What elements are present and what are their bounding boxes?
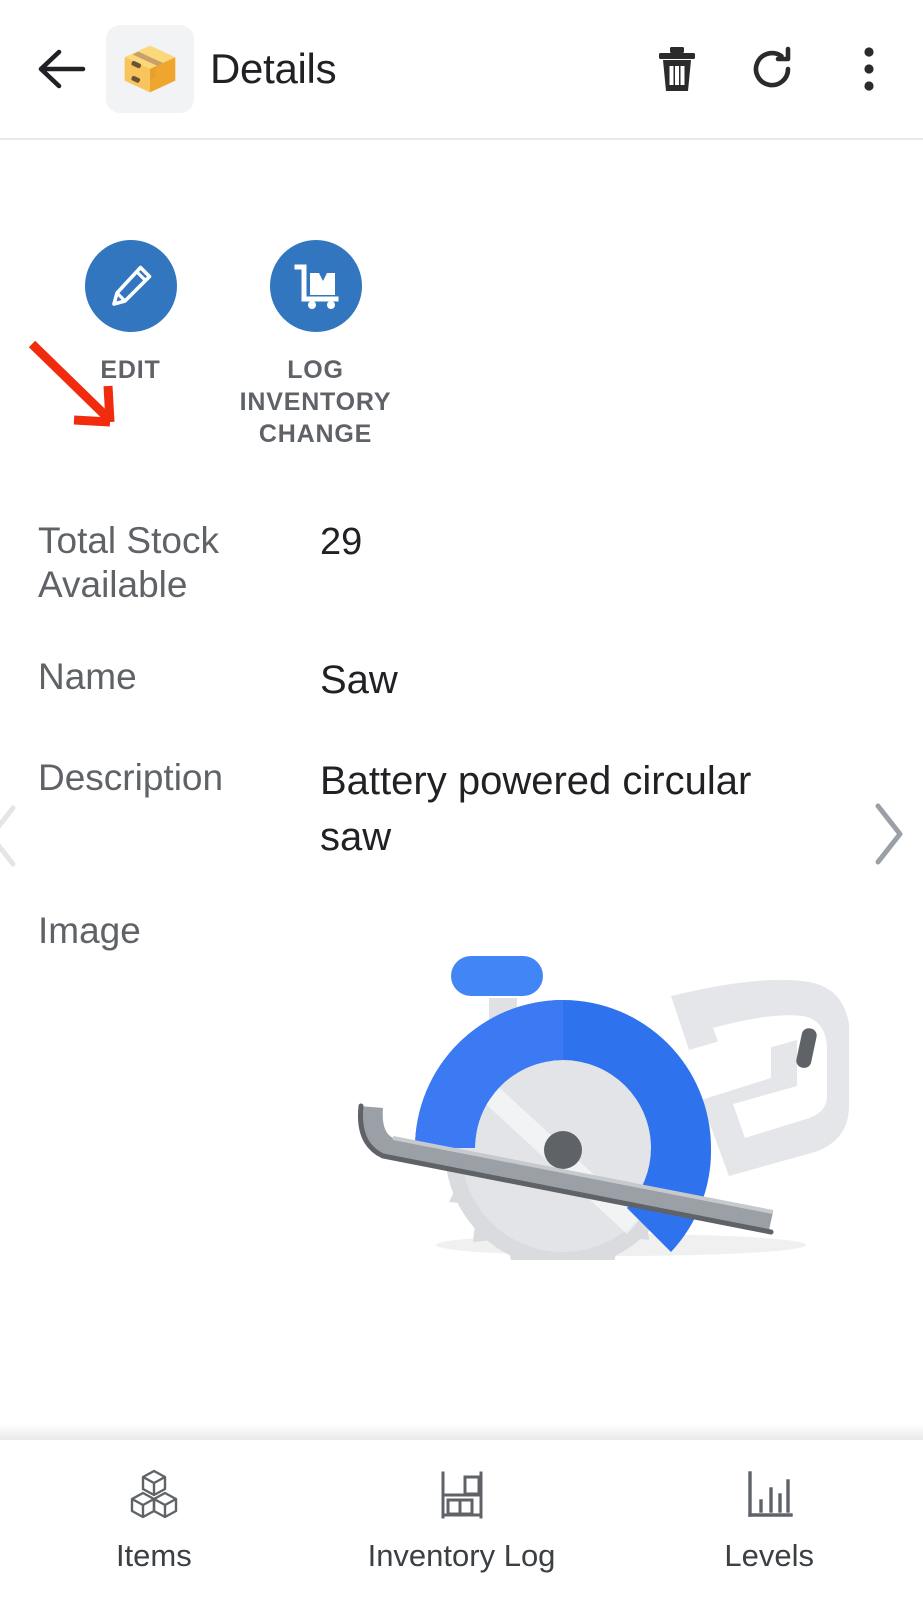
edit-action[interactable]: EDIT bbox=[38, 240, 223, 386]
pencil-icon bbox=[111, 265, 151, 306]
nav-label: Inventory Log bbox=[367, 1538, 556, 1573]
page-title: Details bbox=[210, 45, 337, 92]
overflow-menu-button[interactable] bbox=[843, 43, 895, 95]
field-label: Description bbox=[38, 756, 224, 798]
field-image: Image bbox=[0, 910, 923, 1275]
details-screen: Details EDIT LOG INVENTORY CHANGE Total … bbox=[0, 0, 923, 1600]
refresh-button[interactable] bbox=[747, 43, 799, 95]
field-label: Total Stock Available bbox=[38, 520, 219, 606]
chevron-right-icon bbox=[875, 803, 903, 865]
nav-label: Levels bbox=[724, 1538, 814, 1573]
edit-action-label: EDIT bbox=[100, 356, 161, 384]
detail-fields: Total Stock Available 29 Name Saw Descri… bbox=[0, 516, 923, 867]
previous-record-button[interactable] bbox=[0, 800, 26, 872]
field-name: Name Saw bbox=[38, 652, 923, 709]
nav-label: Items bbox=[115, 1538, 192, 1573]
trash-icon bbox=[659, 47, 695, 91]
content-bottom-shadow bbox=[0, 1424, 923, 1438]
nav-item-items[interactable]: Items bbox=[0, 1466, 308, 1574]
more-vertical-icon bbox=[864, 47, 874, 91]
back-button[interactable] bbox=[30, 38, 92, 100]
app-bar-actions bbox=[651, 43, 895, 95]
hand-truck-package-icon bbox=[294, 264, 338, 309]
cubes-icon bbox=[126, 1466, 182, 1524]
field-total-stock-available: Total Stock Available 29 bbox=[38, 516, 923, 608]
bar-chart-icon bbox=[741, 1466, 797, 1524]
chevron-left-icon bbox=[0, 805, 16, 867]
field-label: Name bbox=[38, 655, 137, 697]
field-value: Battery powered circular saw bbox=[320, 758, 752, 860]
shelf-boxes-icon bbox=[434, 1466, 490, 1524]
package-emoji-icon bbox=[106, 25, 194, 113]
delete-button[interactable] bbox=[651, 43, 703, 95]
refresh-icon bbox=[753, 46, 791, 88]
field-value: 29 bbox=[320, 521, 363, 563]
field-description: Description Battery powered circular saw bbox=[38, 753, 923, 867]
item-image bbox=[341, 900, 901, 1275]
nav-item-levels[interactable]: Levels bbox=[615, 1466, 923, 1574]
bottom-navigation: Items Inventory Log Levels bbox=[0, 1438, 923, 1600]
details-content: EDIT LOG INVENTORY CHANGE Total Stock Av… bbox=[0, 140, 923, 1438]
arrow-left-icon bbox=[38, 49, 86, 89]
field-value: Saw bbox=[320, 657, 398, 702]
edit-button[interactable] bbox=[84, 240, 177, 332]
quick-actions: EDIT LOG INVENTORY CHANGE bbox=[0, 140, 923, 450]
next-record-button[interactable] bbox=[865, 798, 911, 870]
log-inventory-change-label: LOG INVENTORY CHANGE bbox=[239, 356, 392, 448]
nav-item-inventory-log[interactable]: Inventory Log bbox=[308, 1466, 616, 1574]
log-inventory-change-action[interactable]: LOG INVENTORY CHANGE bbox=[223, 240, 408, 450]
app-bar: Details bbox=[0, 0, 923, 140]
log-inventory-change-button[interactable] bbox=[269, 240, 362, 332]
circular-saw-illustration-icon bbox=[357, 956, 849, 1275]
